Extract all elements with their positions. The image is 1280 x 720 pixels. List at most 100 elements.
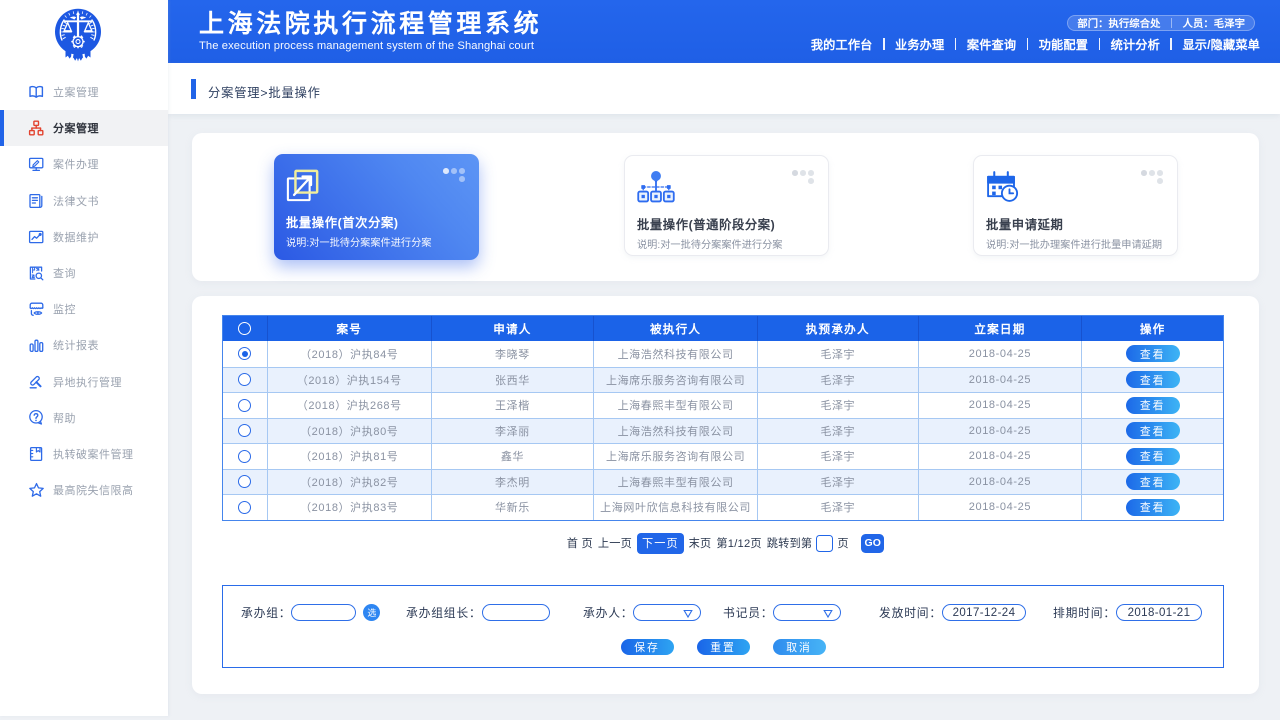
dot: [1149, 170, 1155, 176]
row-radio[interactable]: [223, 341, 268, 367]
monitor-eye-icon: [28, 301, 45, 318]
court-emblem-logo: [53, 7, 103, 64]
view-button[interactable]: 查看: [1126, 397, 1180, 414]
handler-label: 承办人：: [583, 604, 633, 621]
cell-date: 2018-04-25: [919, 470, 1083, 495]
row-radio[interactable]: [223, 470, 268, 495]
dropdown-triangle-icon: [683, 609, 693, 619]
sidebar-item-3[interactable]: 法律文书: [0, 183, 168, 219]
jump-prefix-label: 跳转到第: [767, 535, 813, 551]
sidebar-item-4[interactable]: 数据维护: [0, 219, 168, 255]
issue-date-input[interactable]: 2017-12-24: [942, 604, 1026, 621]
pill-separator: ｜: [1167, 15, 1177, 30]
cell-case_no: （2018）沪执83号: [268, 495, 432, 520]
go-button[interactable]: GO: [861, 534, 884, 553]
user-info-pill: 部门：执行综合处 ｜ 人员：毛泽宇: [1067, 15, 1255, 31]
dot: [1157, 178, 1163, 184]
question-icon: [28, 409, 45, 426]
table-row: （2018）沪执84号李晓琴上海浩然科技有限公司毛泽宇2018-04-25查看: [223, 341, 1223, 367]
dept-label: 部门：执行综合处: [1077, 15, 1160, 30]
view-button[interactable]: 查看: [1126, 345, 1180, 362]
cancel-button[interactable]: 取消: [773, 639, 826, 655]
form-field-schedule-date: 排期时间： 2018-01-21: [1053, 604, 1202, 621]
card-batch-first-assign[interactable]: 批量操作(首次分案) 说明:对一批待分案案件进行分案: [274, 154, 479, 260]
dot: [459, 168, 465, 174]
sidebar-item-9[interactable]: 帮助: [0, 400, 168, 436]
cell-date: 2018-04-25: [919, 444, 1083, 469]
sidebar-item-11[interactable]: 最高院失信限高: [0, 472, 168, 508]
page-first-button[interactable]: 首 页: [567, 535, 593, 551]
dot: [1141, 170, 1147, 176]
sidebar-item-6[interactable]: 监控: [0, 291, 168, 327]
group-input[interactable]: [291, 604, 356, 621]
card-batch-normal-assign[interactable]: 批量操作(普通阶段分案) 说明:对一批待分案案件进行分案: [624, 155, 829, 256]
nav-item-5[interactable]: 显示/隐藏菜单: [1182, 35, 1260, 53]
sidebar-item-5[interactable]: 查询: [0, 255, 168, 291]
card-title: 批量操作(首次分案): [286, 213, 399, 231]
row-radio[interactable]: [223, 393, 268, 418]
sidebar-item-label: 立案管理: [53, 84, 99, 100]
radio-icon: [238, 322, 251, 335]
row-radio[interactable]: [223, 495, 268, 520]
view-button[interactable]: 查看: [1126, 448, 1180, 465]
group-leader-input[interactable]: [482, 604, 550, 621]
sidebar-item-8[interactable]: 异地执行管理: [0, 364, 168, 400]
cell-applicant: 李晓琴: [432, 341, 595, 367]
card-batch-apply-extension[interactable]: 批量申请延期 说明:对一批办理案件进行批量申请延期: [973, 155, 1178, 256]
form-field-issue-date: 发放时间： 2017-12-24: [879, 604, 1026, 621]
view-button[interactable]: 查看: [1126, 422, 1180, 439]
cards-panel: 批量操作(首次分案) 说明:对一批待分案案件进行分案 批量操作(普通阶段分案) …: [192, 133, 1259, 281]
sidebar-item-0[interactable]: 立案管理: [0, 74, 168, 110]
nav-item-4[interactable]: 统计分析: [1111, 35, 1160, 53]
dot: [459, 176, 465, 182]
sidebar-item-1[interactable]: 分案管理: [0, 110, 168, 146]
handler-select[interactable]: [633, 604, 701, 621]
sidebar: 立案管理分案管理案件办理法律文书数据维护查询监控统计报表异地执行管理帮助执转破案…: [0, 0, 168, 716]
cell-handler: 毛泽宇: [758, 444, 919, 469]
calendar-clock-icon: [986, 170, 1022, 203]
monitor-icon: [28, 156, 45, 173]
reset-button[interactable]: 重置: [697, 639, 750, 655]
dot: [443, 168, 449, 174]
nav-item-0[interactable]: 我的工作台: [811, 35, 873, 53]
view-button[interactable]: 查看: [1126, 473, 1180, 490]
row-radio[interactable]: [223, 444, 268, 469]
book-icon: [28, 84, 45, 101]
nav-item-3[interactable]: 功能配置: [1039, 35, 1088, 53]
view-button[interactable]: 查看: [1126, 499, 1180, 516]
table-row: （2018）沪执268号王泽楷上海春熙丰型有限公司毛泽宇2018-04-25查看: [223, 392, 1223, 418]
nav-item-1[interactable]: 业务办理: [895, 35, 944, 53]
page-last-button[interactable]: 末页: [689, 535, 712, 551]
cell-applicant: 李杰明: [432, 470, 595, 495]
card-description: 说明:对一批待分案案件进行分案: [286, 234, 431, 249]
row-radio[interactable]: [223, 368, 268, 393]
radio-icon: [238, 373, 251, 386]
group-label: 承办组：: [241, 604, 291, 621]
sidebar-item-label: 查询: [53, 265, 76, 281]
select-group-button[interactable]: 选: [363, 604, 380, 621]
page-next-button[interactable]: 下一页: [637, 533, 684, 554]
issue-date-label: 发放时间：: [879, 604, 942, 621]
row-radio[interactable]: [223, 419, 268, 444]
cell-action: 查看: [1082, 495, 1223, 520]
save-button[interactable]: 保存: [621, 639, 674, 655]
dot: [792, 170, 798, 176]
header: 上海法院执行流程管理系统 The execution process manag…: [168, 0, 1280, 63]
jump-page-input[interactable]: [816, 535, 833, 552]
radio-icon: [238, 424, 251, 437]
select-all-radio[interactable]: [223, 316, 268, 341]
gavel-icon: [28, 373, 45, 390]
cell-action: 查看: [1082, 393, 1223, 418]
view-button[interactable]: 查看: [1126, 371, 1180, 388]
case-table: 案号申请人被执行人执预承办人立案日期操作（2018）沪执84号李晓琴上海浩然科技…: [222, 315, 1224, 521]
column-header: 案号: [268, 316, 432, 341]
nav-item-2[interactable]: 案件查询: [967, 35, 1016, 53]
sidebar-item-7[interactable]: 统计报表: [0, 327, 168, 363]
page-prev-button[interactable]: 上一页: [598, 535, 632, 551]
sidebar-item-2[interactable]: 案件办理: [0, 146, 168, 182]
cell-action: 查看: [1082, 419, 1223, 444]
schedule-date-input[interactable]: 2018-01-21: [1116, 604, 1202, 621]
clerk-select[interactable]: [773, 604, 841, 621]
dot: [800, 170, 806, 176]
sidebar-item-10[interactable]: 执转破案件管理: [0, 436, 168, 472]
